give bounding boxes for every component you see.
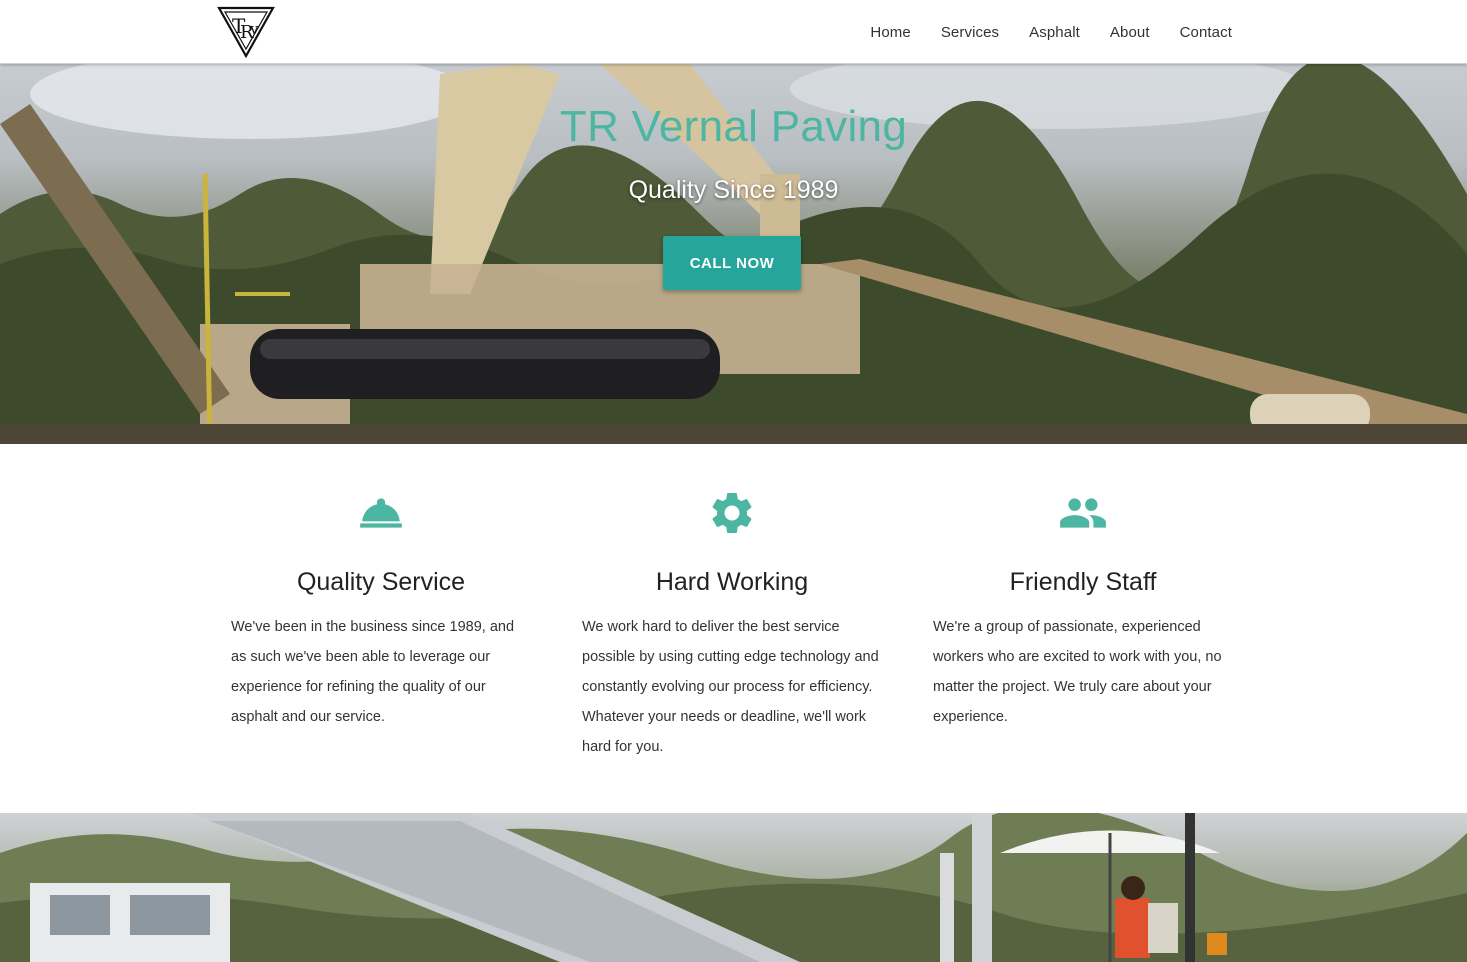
nav-about[interactable]: About — [1110, 24, 1150, 41]
room-service-icon — [360, 498, 402, 528]
main-nav: Home Services Asphalt About Contact — [840, 0, 1232, 64]
hero-title: TR Vernal Paving — [559, 102, 908, 151]
nav-services[interactable]: Services — [941, 24, 999, 41]
feature-text: We're a group of passionate, experienced… — [933, 619, 1222, 725]
call-now-button[interactable]: CALL NOW — [663, 236, 801, 290]
feature-title: Quality Service — [296, 568, 466, 596]
nav-asphalt[interactable]: Asphalt — [1029, 24, 1080, 41]
feature-title: Friendly Staff — [1009, 568, 1157, 596]
group-icon — [1060, 498, 1106, 528]
bottom-parallax-section — [0, 813, 1467, 962]
navbar: T R v Home Services Asphalt About Contac… — [0, 0, 1467, 64]
gear-icon — [712, 493, 752, 533]
nav-home[interactable]: Home — [870, 24, 910, 41]
features-section: Quality Service We've been in the busine… — [0, 444, 1467, 813]
hero-subtitle: Quality Since 1989 — [628, 176, 839, 204]
hero-section: TR Vernal Paving Quality Since 1989 CALL… — [0, 64, 1467, 444]
feature-title: Hard Working — [655, 568, 809, 596]
feature-text: We've been in the business since 1989, a… — [231, 619, 515, 725]
nav-contact[interactable]: Contact — [1180, 24, 1232, 41]
tr-vernal-logo[interactable]: T R v — [216, 5, 276, 59]
dump-truck-paver-photo — [0, 813, 1467, 962]
feature-text: We work hard to deliver the best service… — [582, 619, 879, 755]
svg-text:v: v — [249, 20, 259, 38]
